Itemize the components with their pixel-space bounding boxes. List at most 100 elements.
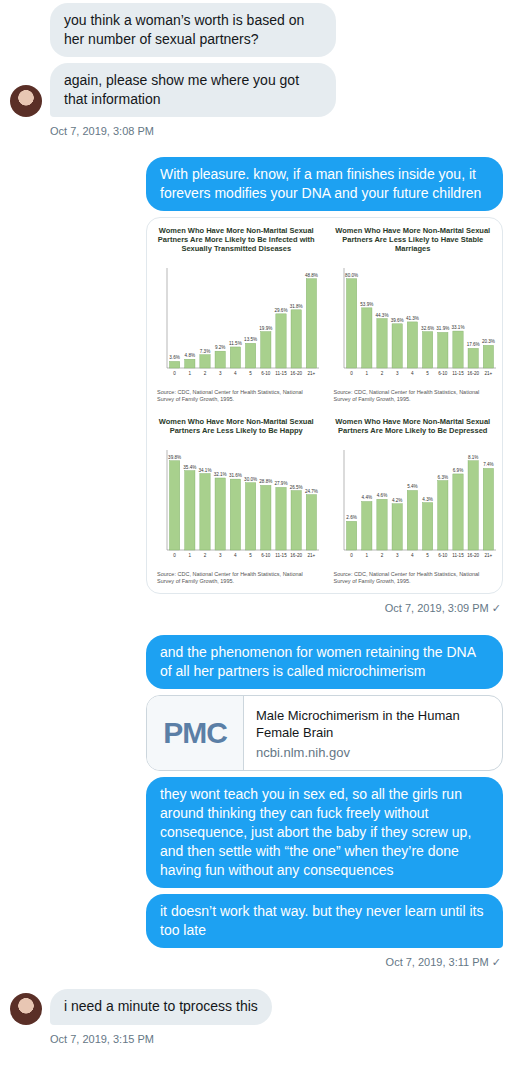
svg-text:3: 3 [395, 371, 398, 376]
chart-bar: 29.6%11-15 [274, 308, 287, 376]
chart-bar: 7.4%21+ [483, 462, 493, 558]
svg-text:5: 5 [426, 371, 429, 376]
bar-chart: 39.8%035.4%134.1%232.1%331.6%430.0%528.8… [153, 438, 323, 568]
message-bubble: again, please show me where you got that… [50, 63, 336, 117]
svg-text:20.3%: 20.3% [481, 339, 494, 344]
chart-bar: 26.5%16-20 [290, 485, 303, 558]
message-bubble: With pleasure. know, if a man finishes i… [146, 157, 503, 211]
message-bubble: and the phenomenon for women retaining t… [146, 635, 503, 689]
svg-text:39.6%: 39.6% [390, 318, 403, 323]
chart-bar: 7.3%2 [200, 349, 210, 376]
chart-bar: 30.0% 5 [244, 477, 257, 558]
svg-text:1: 1 [365, 371, 368, 376]
svg-text:32.6%: 32.6% [421, 326, 434, 331]
message-bubble: it doesn’t work that way. but they never… [146, 894, 503, 948]
svg-text:6.3%: 6.3% [437, 475, 447, 480]
svg-text:11.5%: 11.5% [229, 341, 242, 346]
svg-text:11-15: 11-15 [452, 371, 464, 376]
svg-text:6-10: 6-10 [438, 371, 448, 376]
svg-text:26.5%: 26.5% [290, 485, 303, 490]
chart-bar: 24.7% 21+ [305, 489, 318, 558]
chart-bar: 4.4% 1 [361, 495, 371, 558]
avatar[interactable] [10, 85, 42, 117]
chart-image[interactable]: Women Who Have More Non-Marital Sexual P… [146, 217, 503, 594]
svg-text:8.1%: 8.1% [467, 455, 477, 460]
svg-text:44.3%: 44.3% [375, 313, 388, 318]
svg-text:0: 0 [350, 371, 353, 376]
chart-bar: 31.6%4 [229, 473, 242, 558]
chart-title: Women Who Have More Non-Marital Sexual P… [153, 226, 320, 253]
svg-text:11-15: 11-15 [275, 371, 287, 376]
svg-text:4.8%: 4.8% [185, 353, 195, 358]
svg-text:4: 4 [411, 371, 414, 376]
svg-text:48.8%: 48.8% [305, 273, 318, 278]
link-card[interactable]: PMC Male Microchimerism in the Human Fema… [146, 695, 503, 771]
chart-bar: 27.9% 11-15 [274, 481, 287, 558]
link-title: Male Microchimerism in the Human Female … [256, 707, 490, 741]
chart-source: Source: CDC, National Center for Health … [330, 389, 497, 403]
chart-source: Source: CDC, National Center for Health … [153, 389, 320, 403]
svg-text:5.4%: 5.4% [407, 484, 417, 489]
chart-bar: 4.2%3 [391, 498, 401, 558]
chart-bar: 11.5% 4 [229, 341, 242, 376]
svg-text:31.9%: 31.9% [436, 326, 449, 331]
bar-chart: 2.6%04.4%14.6%24.2%35.4%44.3%56.3%6-106.… [330, 438, 500, 568]
chart-bar: 17.6%16-20 [466, 342, 479, 376]
svg-text:21+: 21+ [308, 553, 316, 558]
avatar[interactable] [10, 993, 42, 1025]
message-group: and the phenomenon for women retaining t… [10, 635, 503, 969]
svg-text:2: 2 [380, 553, 383, 558]
svg-text:30.0%: 30.0% [244, 477, 257, 482]
svg-text:11-15: 11-15 [275, 553, 287, 558]
svg-text:3: 3 [219, 553, 222, 558]
svg-text:1: 1 [365, 553, 368, 558]
svg-text:2: 2 [204, 553, 207, 558]
svg-text:3: 3 [219, 371, 222, 376]
svg-text:28.8%: 28.8% [259, 479, 272, 484]
svg-text:4.4%: 4.4% [361, 495, 371, 500]
bar-chart: 80.0%053.9%144.3%239.6%341.3%432.6%531.9… [330, 256, 500, 386]
message-bubble: they wont teach you in sex ed, so all th… [146, 777, 503, 888]
svg-text:5: 5 [426, 553, 429, 558]
chart: Women Who Have More Non-Marital Sexual P… [153, 226, 320, 403]
link-domain: ncbi.nlm.nih.gov [256, 745, 490, 760]
chart: Women Who Have More Non-Marital Sexual P… [153, 417, 320, 585]
link-thumbnail: PMC [147, 696, 244, 770]
message-group: i need a minute to tprocess thisOct 7, 2… [10, 989, 503, 1045]
conversation: you think a woman’s worth is based on he… [0, 0, 513, 1055]
svg-text:6-10: 6-10 [261, 553, 271, 558]
svg-text:31.8%: 31.8% [290, 304, 303, 309]
chart-bar: 6.3% 6-10 [437, 475, 447, 558]
chart-bar: 4.8%1 [185, 353, 195, 376]
svg-text:5: 5 [249, 371, 252, 376]
svg-text:11-15: 11-15 [452, 553, 464, 558]
chart-bar: 4.3%5 [422, 497, 432, 558]
svg-text:6-10: 6-10 [261, 371, 271, 376]
chart-bar: 41.3%4 [405, 316, 418, 376]
svg-text:3.6%: 3.6% [169, 355, 179, 360]
svg-text:31.6%: 31.6% [229, 473, 242, 478]
svg-text:6-10: 6-10 [438, 553, 448, 558]
chart-bar: 8.1%16-20 [467, 455, 479, 558]
timestamp: Oct 7, 2019, 3:09 PM ✓ [385, 600, 503, 615]
chart-bar: 39.8%0 [168, 455, 181, 558]
chart-bar: 20.3%21+ [481, 339, 494, 376]
svg-text:9.2%: 9.2% [215, 345, 225, 350]
svg-text:35.4%: 35.4% [183, 465, 196, 470]
svg-text:6.9%: 6.9% [452, 468, 462, 473]
svg-text:4.6%: 4.6% [376, 493, 386, 498]
svg-text:33.1%: 33.1% [451, 325, 464, 330]
svg-text:17.6%: 17.6% [466, 342, 479, 347]
svg-text:4.2%: 4.2% [391, 498, 401, 503]
svg-text:5: 5 [249, 553, 252, 558]
chart-bar: 31.8%16-20 [290, 304, 303, 376]
message-bubble: you think a woman’s worth is based on he… [50, 3, 336, 57]
chart-bar: 48.8%21+ [305, 273, 318, 376]
svg-text:24.7%: 24.7% [305, 489, 318, 494]
chart-bar: 39.6% 3 [390, 318, 403, 376]
svg-text:4: 4 [234, 371, 237, 376]
timestamp: Oct 7, 2019, 3:08 PM [10, 123, 156, 137]
svg-text:27.9%: 27.9% [274, 481, 287, 486]
chart-bar: 9.2% 3 [215, 345, 225, 376]
svg-text:0: 0 [350, 553, 353, 558]
